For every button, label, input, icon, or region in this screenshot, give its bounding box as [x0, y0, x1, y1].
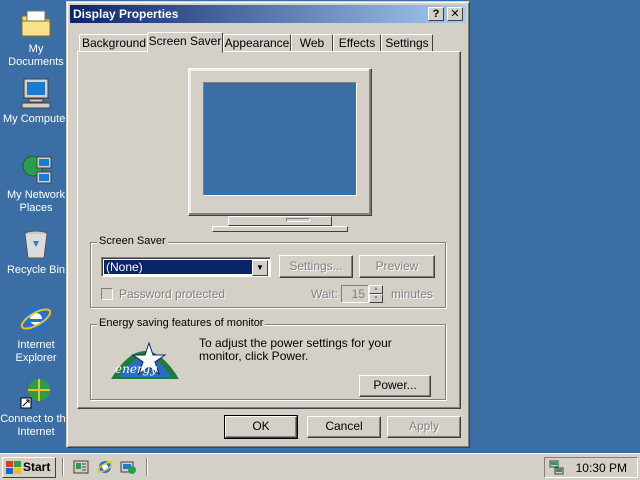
tab-web[interactable]: Web: [291, 34, 333, 52]
display-properties-window: Display Properties ? ✕ Background Screen…: [66, 1, 470, 448]
show-desktop-icon[interactable]: [73, 459, 89, 475]
windows-logo-icon: [6, 461, 21, 474]
tab-background[interactable]: Background: [79, 34, 149, 52]
recycle-bin-icon: [24, 230, 48, 259]
wait-label: Wait:: [311, 287, 338, 301]
desktop-icon-my-documents[interactable]: My Documents: [0, 6, 72, 69]
desktop-icon-label: My Documents: [8, 43, 64, 68]
password-label: Password protected: [119, 287, 226, 301]
start-button[interactable]: Start: [2, 457, 56, 478]
preview-button[interactable]: Preview: [359, 255, 435, 278]
monitor-base: [212, 226, 348, 232]
desktop-icon-network[interactable]: My Network Places: [0, 152, 72, 215]
connect-icon: [20, 379, 50, 409]
spin-up-icon[interactable]: ▲: [369, 285, 383, 294]
desktop-icon-label: My Computer: [2, 113, 70, 125]
password-checkbox[interactable]: [101, 288, 113, 300]
monitor-preview-screen: [203, 82, 357, 196]
title-bar[interactable]: Display Properties ? ✕: [70, 5, 466, 23]
system-tray: 10:30 PM: [544, 457, 638, 478]
explorer-quicklaunch-icon[interactable]: [120, 459, 136, 475]
ie-quicklaunch-icon[interactable]: [97, 459, 113, 475]
start-label: Start: [23, 460, 51, 474]
energy-group: Energy saving features of monitor energy…: [90, 317, 446, 400]
folder-icon: [21, 10, 51, 37]
tab-screen-saver[interactable]: Screen Saver: [147, 32, 223, 53]
window-title: Display Properties: [73, 7, 179, 21]
desktop-icon-connect[interactable]: Connect to the Internet: [0, 376, 72, 439]
energy-star-logo: energy: [111, 341, 179, 379]
ok-button[interactable]: OK: [224, 415, 298, 439]
monitor-preview: [188, 68, 372, 216]
tab-appearance[interactable]: Appearance: [223, 34, 291, 52]
network-icon: [22, 155, 52, 184]
monitor-slot: [286, 218, 310, 222]
screen-saver-group-label: Screen Saver: [97, 235, 168, 247]
taskbar-separator: [62, 458, 64, 476]
energy-description: To adjust the power settings for your mo…: [199, 336, 392, 363]
desktop-icon-label: Connect to the Internet: [0, 413, 72, 438]
network-tray-icon[interactable]: [549, 460, 565, 476]
computer-icon: [21, 78, 51, 109]
wait-spinner[interactable]: ▲ ▼: [369, 285, 383, 303]
desktop-icon-internet-explorer[interactable]: Internet Explorer: [0, 302, 72, 365]
taskbar-separator: [146, 458, 148, 476]
spin-down-icon[interactable]: ▼: [369, 294, 383, 303]
help-button[interactable]: ?: [428, 7, 444, 21]
desktop-icon-label: Recycle Bin: [6, 264, 66, 276]
tab-panel: Screen Saver (None) ▼ Settings... Previe…: [77, 51, 461, 409]
screen-saver-select[interactable]: (None) ▼: [101, 257, 271, 277]
tab-settings[interactable]: Settings: [381, 34, 433, 52]
desktop-icon-label: Internet Explorer: [15, 339, 57, 364]
desktop-icon-my-computer[interactable]: My Computer: [0, 76, 72, 126]
dropdown-arrow-icon[interactable]: ▼: [252, 260, 268, 276]
screen-saver-selected: (None): [104, 260, 254, 274]
minutes-label: minutes: [391, 287, 434, 301]
apply-button[interactable]: Apply: [387, 416, 461, 438]
ie-icon: [20, 307, 52, 331]
desktop-icon-recycle-bin[interactable]: Recycle Bin: [0, 227, 72, 277]
taskbar: Start 10:30 PM: [0, 453, 640, 480]
tab-effects[interactable]: Effects: [333, 34, 381, 52]
wait-minutes-input[interactable]: 15: [341, 285, 369, 303]
power-button[interactable]: Power...: [359, 375, 431, 397]
cancel-button[interactable]: Cancel: [307, 416, 381, 438]
svg-text:energy: energy: [115, 362, 157, 376]
settings-button[interactable]: Settings...: [279, 255, 353, 278]
energy-group-label: Energy saving features of monitor: [97, 317, 266, 329]
desktop-icon-label: My Network Places: [6, 189, 66, 214]
screen-saver-group: Screen Saver (None) ▼ Settings... Previe…: [90, 235, 446, 308]
close-button[interactable]: ✕: [447, 7, 463, 21]
monitor-stand: [228, 216, 332, 226]
clock[interactable]: 10:30 PM: [576, 461, 627, 475]
